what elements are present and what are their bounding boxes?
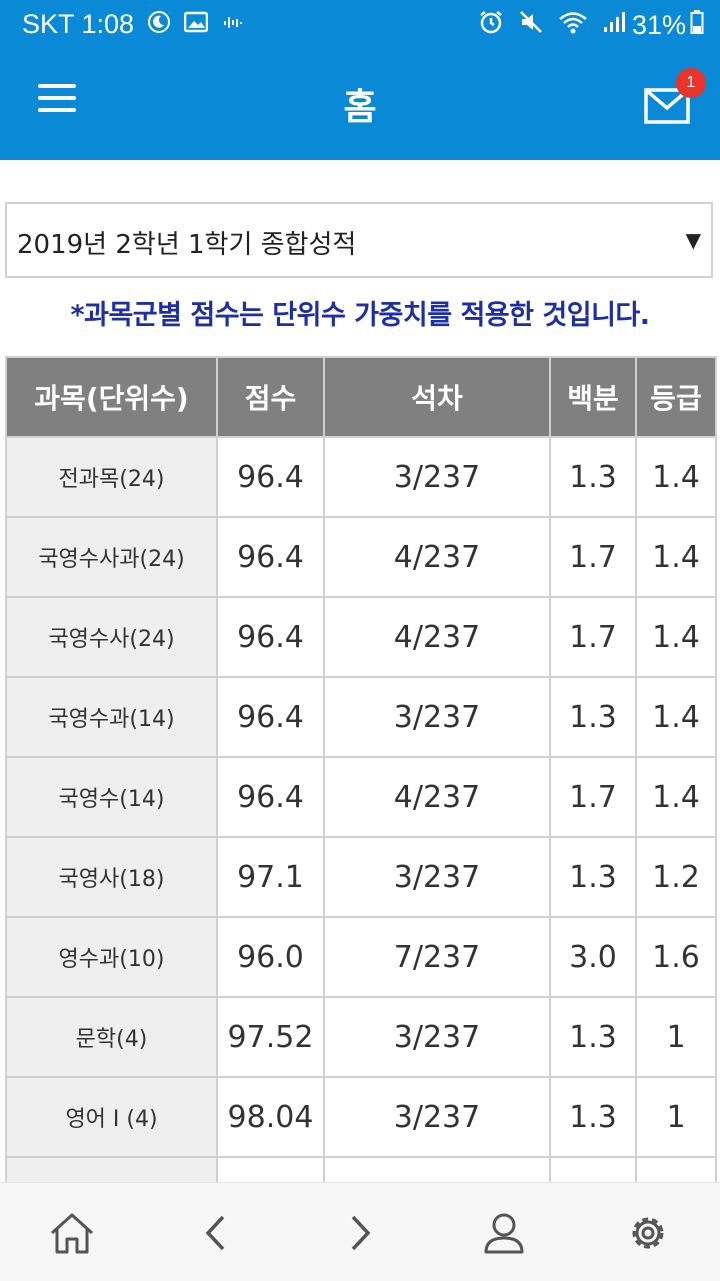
- col-header-score: 점수: [216, 356, 325, 438]
- grade-cell: 1.2: [635, 836, 717, 918]
- rank-cell: 3/237: [323, 996, 551, 1078]
- percentile-cell: 1.7: [549, 756, 637, 838]
- score-cell: 96.4: [216, 436, 325, 518]
- subject-cell: 영어 I (4): [5, 1076, 218, 1158]
- percentile-cell: 1.7: [549, 516, 637, 598]
- table-header-row: 과목(단위수) 점수 석차 백분 등급: [5, 356, 717, 438]
- rank-cell: 4/237: [323, 516, 551, 598]
- subject-cell: 국영수과(14): [5, 676, 218, 758]
- grade-cell: 1.4: [635, 676, 717, 758]
- score-cell: 96.0: [216, 916, 325, 998]
- table-row: 국영수사과(24) 96.4 4/237 1.7 1.4: [5, 516, 717, 598]
- score-cell: 97.52: [216, 996, 325, 1078]
- col-header-grade: 등급: [635, 356, 717, 438]
- profile-button[interactable]: [476, 1205, 532, 1261]
- page-title: 홈: [343, 87, 377, 128]
- app-bar: 홈 1: [0, 50, 720, 160]
- weighting-notice: *과목군별 점수는 단위수 가중치를 적용한 것입니다.: [70, 300, 650, 331]
- table-row: 국영수(14) 96.4 4/237 1.7 1.4: [5, 756, 717, 838]
- rank-cell: 3/237: [323, 1076, 551, 1158]
- signal-icon: [602, 10, 626, 41]
- settings-button[interactable]: [620, 1205, 676, 1261]
- score-cell: 96.4: [216, 596, 325, 678]
- grade-cell: 1.6: [635, 916, 717, 998]
- wifi-icon: [558, 9, 588, 42]
- bottom-nav: [0, 1182, 720, 1281]
- percentile-cell: 1.3: [549, 436, 637, 518]
- col-header-subject: 과목(단위수): [5, 356, 218, 438]
- grade-cell: 1.4: [635, 436, 717, 518]
- grade-cell: 1.4: [635, 756, 717, 838]
- term-select[interactable]: 2019년 2학년 1학기 종합성적 ▼: [5, 202, 713, 278]
- subject-cell: 문학(4): [5, 996, 218, 1078]
- carrier-time: SKT 1:08: [22, 9, 135, 39]
- table-row: 국영수사(24) 96.4 4/237 1.7 1.4: [5, 596, 717, 678]
- score-cell: 96.4: [216, 756, 325, 838]
- term-select-value: 2019년 2학년 1학기 종합성적: [17, 230, 357, 260]
- grade-cell: 1: [635, 996, 717, 1078]
- activity-icon: [222, 9, 244, 40]
- subject-cell: 국영수사(24): [5, 596, 218, 678]
- home-icon: [50, 1213, 94, 1254]
- dropdown-arrow-icon: ▼: [685, 228, 701, 252]
- table-row: 전과목(24) 96.4 3/237 1.3 1.4: [5, 436, 717, 518]
- status-bar: SKT 1:08 31%: [0, 0, 720, 50]
- percentile-cell: 1.3: [549, 676, 637, 758]
- subject-cell: 전과목(24): [5, 436, 218, 518]
- score-cell: 98.04: [216, 1076, 325, 1158]
- rank-cell: 7/237: [323, 916, 551, 998]
- user-icon: [484, 1213, 524, 1254]
- notification-badge: 1: [676, 68, 706, 98]
- col-header-rank: 석차: [323, 356, 551, 438]
- battery-icon: [690, 9, 704, 42]
- chevron-left-icon: [205, 1215, 225, 1251]
- mute-icon: [518, 9, 544, 42]
- col-header-percentile: 백분: [549, 356, 637, 438]
- subject-cell: 영수과(10): [5, 916, 218, 998]
- table-row: 국영사(18) 97.1 3/237 1.3 1.2: [5, 836, 717, 918]
- gear-icon: [632, 1217, 664, 1249]
- table-row: 영어 I (4) 98.04 3/237 1.3 1: [5, 1076, 717, 1158]
- rank-cell: 3/237: [323, 436, 551, 518]
- image-icon: [183, 9, 209, 40]
- percentile-cell: 1.3: [549, 836, 637, 918]
- grade-cell: 1.4: [635, 596, 717, 678]
- score-cell: 96.4: [216, 516, 325, 598]
- home-button[interactable]: [44, 1205, 100, 1261]
- rank-cell: 4/237: [323, 756, 551, 838]
- subject-cell: 국영수(14): [5, 756, 218, 838]
- table-row: 영수과(10) 96.0 7/237 3.0 1.6: [5, 916, 717, 998]
- grades-table: 과목(단위수) 점수 석차 백분 등급 전과목(24) 96.4 3/237 1…: [5, 356, 717, 1238]
- score-cell: 96.4: [216, 676, 325, 758]
- table-row: 문학(4) 97.52 3/237 1.3 1: [5, 996, 717, 1078]
- rank-cell: 3/237: [323, 676, 551, 758]
- mail-button[interactable]: 1: [640, 68, 706, 130]
- chevron-right-icon: [351, 1215, 371, 1251]
- rank-cell: 4/237: [323, 596, 551, 678]
- alarm-icon: [478, 9, 504, 42]
- grade-cell: 1: [635, 1076, 717, 1158]
- percentile-cell: 3.0: [549, 916, 637, 998]
- rank-cell: 3/237: [323, 836, 551, 918]
- subject-cell: 국영수사과(24): [5, 516, 218, 598]
- percentile-cell: 1.3: [549, 1076, 637, 1158]
- percentile-cell: 1.7: [549, 596, 637, 678]
- subject-cell: 국영사(18): [5, 836, 218, 918]
- table-row: 국영수과(14) 96.4 3/237 1.3 1.4: [5, 676, 717, 758]
- moon-icon: [148, 9, 171, 40]
- grade-cell: 1.4: [635, 516, 717, 598]
- battery-level: 31%: [631, 10, 686, 40]
- percentile-cell: 1.3: [549, 996, 637, 1078]
- forward-button[interactable]: [332, 1205, 388, 1261]
- score-cell: 97.1: [216, 836, 325, 918]
- back-button[interactable]: [188, 1205, 244, 1261]
